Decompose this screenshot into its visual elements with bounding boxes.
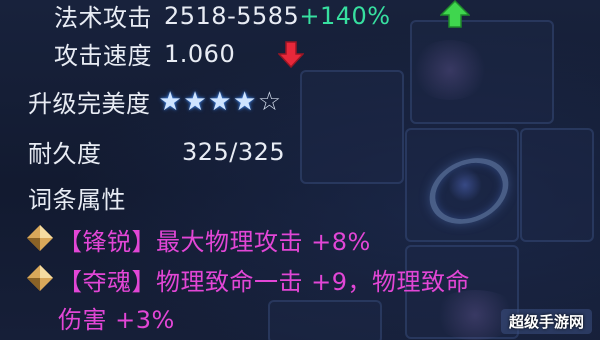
affix-text-line2: 伤害 +3% xyxy=(58,306,175,334)
bg-glow xyxy=(410,40,490,100)
bg-slot xyxy=(520,128,594,242)
durability-row: 耐久度 325/325 xyxy=(28,134,285,169)
upgrade-row: 升级完美度 ★ ★ ★ ★ ☆ xyxy=(28,84,282,119)
star-empty-icon: ☆ xyxy=(257,86,282,117)
magic-attack-row: 法术攻击 2518-5585 +140% xyxy=(54,0,391,33)
upgrade-label: 升级完美度 xyxy=(28,90,151,118)
diamond-gem-icon xyxy=(27,225,53,251)
affix-text: 最大物理攻击 +8% xyxy=(156,228,371,256)
star-filled-icon: ★ xyxy=(208,86,232,117)
affix-section-title: 词条属性 xyxy=(28,186,126,214)
ring-glow xyxy=(448,168,482,202)
diamond-gem-icon xyxy=(27,265,53,291)
upgrade-stars: ★ ★ ★ ★ ☆ xyxy=(159,89,282,115)
star-filled-icon: ★ xyxy=(158,86,183,117)
attack-speed-label: 攻击速度 xyxy=(54,42,152,70)
bg-slot xyxy=(268,300,382,340)
affix-title-row: 词条属性 xyxy=(28,180,126,215)
attack-speed-value: 1.060 xyxy=(164,39,236,68)
affix-item: 【夺魂】 物理致命一击 +9，物理致命 xyxy=(58,262,470,297)
durability-label: 耐久度 xyxy=(28,140,102,168)
magic-attack-bonus: +140% xyxy=(299,1,391,30)
affix-item-continued: 伤害 +3% xyxy=(58,300,175,335)
affix-tag: 【夺魂】 xyxy=(58,268,156,296)
arrow-up-icon xyxy=(440,0,470,28)
star-filled-icon: ★ xyxy=(232,86,257,117)
magic-attack-value: 2518-5585 xyxy=(164,1,300,30)
star-filled-icon: ★ xyxy=(183,86,208,117)
arrow-down-icon xyxy=(278,41,304,68)
affix-item: 【锋锐】 最大物理攻击 +8% xyxy=(58,222,371,257)
affix-tag: 【锋锐】 xyxy=(58,228,156,256)
attack-speed-row: 攻击速度 1.060 xyxy=(54,36,235,71)
durability-value: 325/325 xyxy=(182,137,286,166)
watermark-logo: 超级手游网 xyxy=(500,309,592,334)
affix-text: 物理致命一击 +9，物理致命 xyxy=(156,268,471,296)
magic-attack-label: 法术攻击 xyxy=(54,4,152,32)
bg-slot xyxy=(300,70,404,184)
